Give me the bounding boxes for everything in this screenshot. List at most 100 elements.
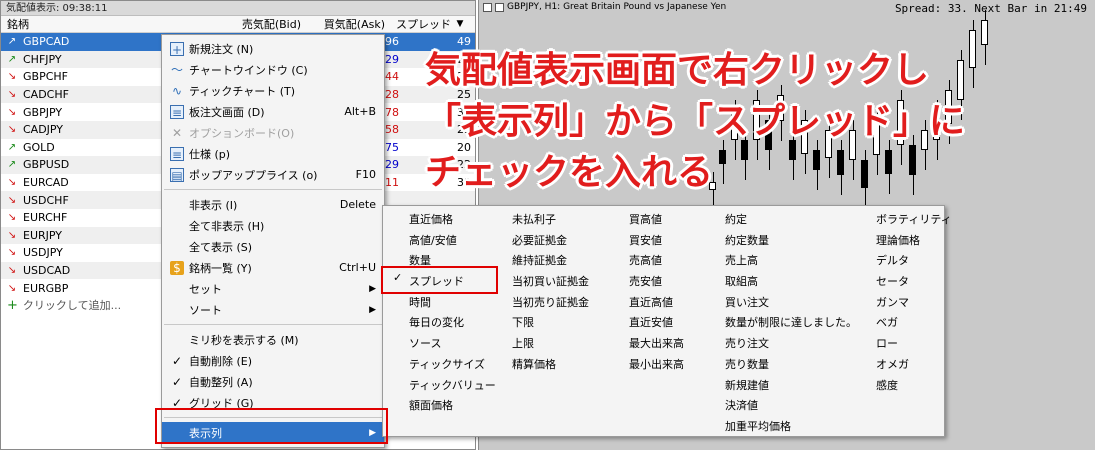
submenu-item[interactable]: 未払利子 xyxy=(512,210,589,231)
submenu-item[interactable]: ティックサイズ xyxy=(409,355,496,376)
submenu-item[interactable]: 売高値 xyxy=(629,251,684,272)
submenu-item[interactable]: 最大出来高 xyxy=(629,334,684,355)
add-symbol-label: クリックして追加... xyxy=(22,299,122,313)
market-watch-header: 銘柄 売気配(Bid) 買気配(Ask) スプレッド ▼ xyxy=(1,16,475,33)
submenu-item[interactable]: 毎日の変化 xyxy=(409,313,496,334)
submenu-item[interactable]: 決済値 xyxy=(725,396,857,417)
candlestick xyxy=(969,20,976,88)
sort-arrow-icon[interactable]: ▼ xyxy=(451,19,469,29)
submenu-item[interactable]: 約定数量 xyxy=(725,231,857,252)
submenu-item[interactable]: 精算価格 xyxy=(512,355,589,376)
ask-value: 75 xyxy=(385,140,399,154)
submenu-item[interactable]: 時間 xyxy=(409,293,496,314)
menu-new-order[interactable]: + 新規注文 (N) xyxy=(162,38,384,59)
menu-show-ms[interactable]: ミリ秒を表示する (M) xyxy=(162,329,384,350)
submenu-item[interactable]: ソース xyxy=(409,334,496,355)
submenu-item[interactable]: 直近安値 xyxy=(629,313,684,334)
submenu-item[interactable]: 直近価格 xyxy=(409,210,496,231)
submenu-column-5: ボラティリティ 理論価格 デルタ セータ ガンマ ベガ ロー オメガ 感度 xyxy=(876,210,952,396)
arrow-up-icon: ↗ xyxy=(7,141,17,153)
submenu-item[interactable]: 感度 xyxy=(876,376,952,397)
ask-value: 11 xyxy=(385,176,399,190)
submenu-item[interactable]: 数量が制限に達しました。 xyxy=(725,313,857,334)
submenu-item[interactable]: ティックバリュー xyxy=(409,376,496,397)
submenu-item[interactable]: 高値/安値 xyxy=(409,231,496,252)
submenu-item[interactable]: 買安値 xyxy=(629,231,684,252)
menu-auto-arrange[interactable]: ✓ 自動整列 (A) xyxy=(162,371,384,392)
menu-specification[interactable]: ≡ 仕様 (p) xyxy=(162,143,384,164)
symbol-name: GBPCAD xyxy=(23,35,70,49)
submenu-column-3: 買高値 買安値 売高値 売安値 直近高値 直近安値 最大出来高 最小出来高 xyxy=(629,210,684,376)
submenu-item[interactable]: 下限 xyxy=(512,313,589,334)
col-header-bid[interactable]: 売気配(Bid) xyxy=(201,16,301,32)
submenu-item[interactable]: 売り数量 xyxy=(725,355,857,376)
options-icon: ✕ xyxy=(171,125,183,140)
checkmark-icon: ✓ xyxy=(171,353,183,368)
columns-submenu: ✓ 直近価格 高値/安値 数量 スプレッド 時間 毎日の変化 ソース ティックサイズ ティックバ… xyxy=(382,205,952,438)
symbol-name: USDCAD xyxy=(23,264,71,278)
menu-hide[interactable]: 非表示 (I) Delete xyxy=(162,194,384,215)
submenu-item[interactable]: 約定 xyxy=(725,210,857,231)
arrow-down-icon: ↘ xyxy=(7,89,17,101)
submenu-item[interactable]: オメガ xyxy=(876,355,952,376)
tick-chart-icon: ∿ xyxy=(171,83,183,98)
arrow-down-icon: ↘ xyxy=(7,212,17,224)
menu-depth-of-market[interactable]: ≡ 板注文画面 (D) Alt+B xyxy=(162,101,384,122)
submenu-item[interactable]: 買い注文 xyxy=(725,293,857,314)
submenu-item[interactable]: 最小出来高 xyxy=(629,355,684,376)
ask-value: 44 xyxy=(385,70,399,84)
submenu-item[interactable]: 当初売り証拠金 xyxy=(512,293,589,314)
plus-icon: + xyxy=(7,297,18,313)
menu-popup-prices[interactable]: ▤ ポップアッププライス (o) F10 xyxy=(162,164,384,185)
submenu-item[interactable]: 維持証拠金 xyxy=(512,251,589,272)
col-header-symbol[interactable]: 銘柄 xyxy=(1,16,201,32)
col-header-spread[interactable]: スプレッド xyxy=(385,16,451,32)
submenu-item[interactable]: 当初買い証拠金 xyxy=(512,272,589,293)
ask-value: 96 xyxy=(385,35,399,49)
submenu-item[interactable]: 額面価格 xyxy=(409,396,496,417)
submenu-column-2: 未払利子 必要証拠金 維持証拠金 当初買い証拠金 当初売り証拠金 下限 上限 精算価格 xyxy=(512,210,589,376)
submenu-item[interactable]: ベガ xyxy=(876,313,952,334)
menu-hide-all-label: 全て非表示 (H) xyxy=(189,219,265,233)
menu-symbols[interactable]: $ 銘柄一覧 (Y) Ctrl+U xyxy=(162,257,384,278)
submenu-item[interactable]: 売安値 xyxy=(629,272,684,293)
context-menu: + 新規注文 (N) 〜チャートウインドウ (C) ∿ ティックチャート (T) ≡… xyxy=(161,34,385,448)
submenu-item[interactable]: ガンマ xyxy=(876,293,952,314)
submenu-item[interactable]: ボラティリティ xyxy=(876,210,952,231)
submenu-item[interactable]: 新規建値 xyxy=(725,376,857,397)
submenu-item[interactable]: 直近高値 xyxy=(629,293,684,314)
menu-depth-shortcut: Alt+B xyxy=(344,105,376,118)
menu-hide-all[interactable]: 全て非表示 (H) xyxy=(162,215,384,236)
menu-sets-label: セット xyxy=(189,282,222,296)
submenu-item[interactable]: 売り注文 xyxy=(725,334,857,355)
submenu-item[interactable]: デルタ xyxy=(876,251,952,272)
menu-tick-chart[interactable]: ∿ ティックチャート (T) xyxy=(162,80,384,101)
symbol-name: GBPUSD xyxy=(23,158,70,172)
arrow-down-icon: ↘ xyxy=(7,177,17,189)
candlestick xyxy=(981,10,988,65)
submenu-item[interactable]: 必要証拠金 xyxy=(512,231,589,252)
submenu-item[interactable]: 取組高 xyxy=(725,272,857,293)
menu-depth-label: 板注文画面 (D) xyxy=(189,105,265,119)
submenu-item[interactable]: 理論価格 xyxy=(876,231,952,252)
menu-auto-remove[interactable]: ✓ 自動削除 (E) xyxy=(162,350,384,371)
col-header-ask[interactable]: 買気配(Ask) xyxy=(301,16,385,32)
submenu-item[interactable]: セータ xyxy=(876,272,952,293)
menu-symbols-label: 銘柄一覧 (Y) xyxy=(189,261,252,275)
arrow-down-icon: ↘ xyxy=(7,124,17,136)
market-watch-title: 気配値表示: 09:38:11 xyxy=(1,1,475,16)
submenu-item[interactable]: 加重平均価格 xyxy=(725,417,857,438)
submenu-item[interactable]: 買高値 xyxy=(629,210,684,231)
menu-separator xyxy=(164,189,382,190)
symbol-name: GBPCHF xyxy=(23,70,68,84)
submenu-item[interactable]: ロー xyxy=(876,334,952,355)
symbol-name: USDCHF xyxy=(23,193,69,207)
menu-chart-window[interactable]: 〜チャートウインドウ (C) xyxy=(162,59,384,80)
menu-separator xyxy=(164,324,382,325)
menu-sort[interactable]: ソート ▶ xyxy=(162,299,384,320)
submenu-arrow-icon: ▶ xyxy=(369,304,376,315)
menu-sets[interactable]: セット ▶ xyxy=(162,278,384,299)
menu-show-all[interactable]: 全て表示 (S) xyxy=(162,236,384,257)
submenu-item[interactable]: 売上高 xyxy=(725,251,857,272)
submenu-item[interactable]: 上限 xyxy=(512,334,589,355)
